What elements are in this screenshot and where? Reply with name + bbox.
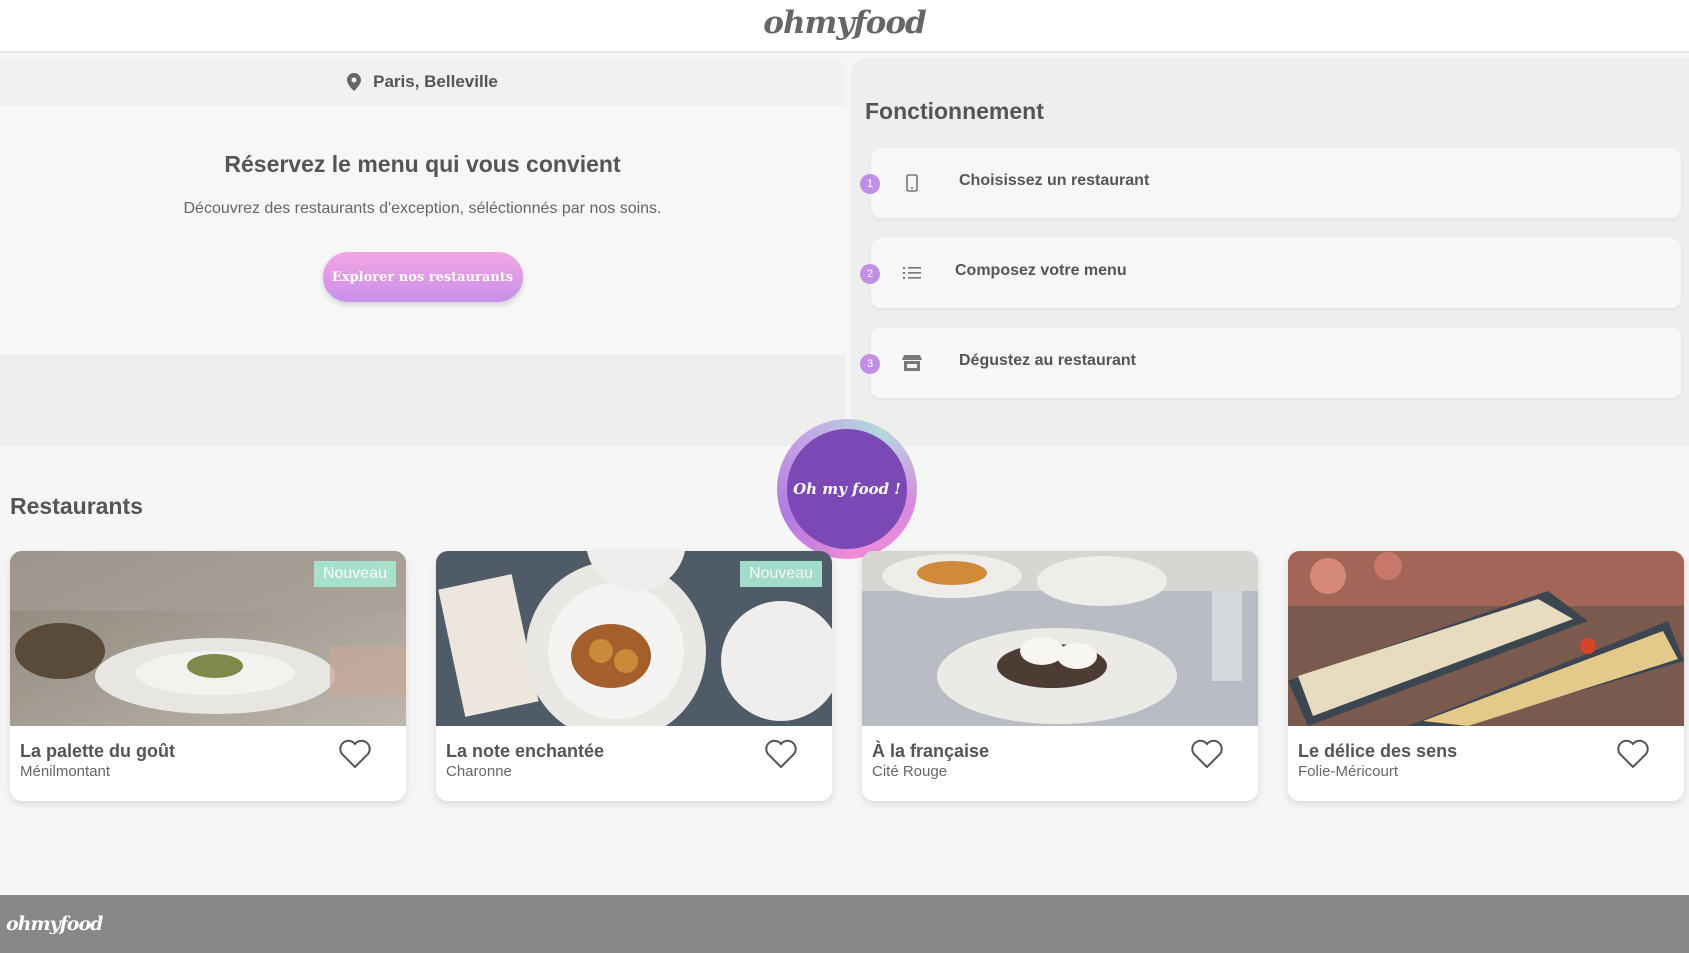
location-bar: Paris, Belleville: [0, 58, 845, 106]
restaurant-card[interactable]: Nouveau La palette du goût Ménilmontant: [10, 551, 406, 801]
step-number: 2: [860, 264, 880, 284]
step-card-3: 3 Dégustez au restaurant: [860, 328, 1681, 398]
new-badge: Nouveau: [313, 561, 396, 587]
restaurant-location: Folie-Méricourt: [1298, 763, 1399, 780]
restaurant-card[interactable]: Le délice des sens Folie-Méricourt: [1288, 551, 1684, 801]
ohmyfood-badge: Oh my food !: [777, 419, 917, 559]
store-icon: [901, 352, 923, 374]
list-icon: [901, 262, 923, 284]
restaurant-name: La note enchantée: [446, 741, 605, 761]
hero-content: Réservez le menu qui vous convient Décou…: [0, 106, 845, 354]
step-label: Dégustez au restaurant: [959, 352, 1136, 369]
explore-restaurants-button[interactable]: Explorer nos restaurants: [322, 252, 523, 302]
restaurant-card[interactable]: À la française Cité Rouge: [862, 551, 1258, 801]
heart-icon[interactable]: [764, 739, 798, 769]
map-pin-icon: [347, 73, 362, 91]
restaurant-name: À la française: [872, 741, 990, 761]
heart-icon[interactable]: [1190, 739, 1224, 769]
restaurant-photo: Nouveau: [436, 551, 832, 726]
restaurants-title: Restaurants: [10, 493, 143, 519]
heart-icon[interactable]: [338, 739, 372, 769]
restaurant-location: Ménilmontant: [20, 763, 111, 780]
new-badge: Nouveau: [739, 561, 822, 587]
restaurant-name: Le délice des sens: [1298, 741, 1458, 761]
site-header: ohmyfood: [0, 0, 1689, 53]
restaurant-location: Cité Rouge: [872, 763, 948, 780]
restaurant-name: La palette du goût: [20, 741, 175, 761]
location-label: Paris, Belleville: [373, 72, 498, 91]
restaurant-list: Nouveau La palette du goût Ménilmontant …: [10, 551, 1684, 801]
restaurant-photo: [1288, 551, 1684, 726]
site-logo[interactable]: ohmyfood: [763, 5, 926, 41]
site-footer: ohmyfood: [0, 895, 1689, 953]
hero-title: Réservez le menu qui vous convient: [224, 151, 621, 177]
step-card-2: 2 Composez votre menu: [860, 238, 1681, 308]
restaurant-photo: [862, 551, 1258, 726]
how-it-works-section: Fonctionnement 1 Choisissez un restauran…: [851, 58, 1689, 446]
badge-text: Oh my food !: [787, 429, 907, 549]
heart-icon[interactable]: [1616, 739, 1650, 769]
step-label: Choisissez un restaurant: [959, 172, 1150, 189]
step-number: 3: [860, 354, 880, 374]
restaurant-location: Charonne: [446, 763, 512, 780]
hero-subtitle: Découvrez des restaurants d'exception, s…: [183, 200, 662, 217]
hero-section: Paris, Belleville Réservez le menu qui v…: [0, 58, 845, 446]
smartphone-icon: [901, 172, 923, 194]
how-it-works-title: Fonctionnement: [865, 98, 1044, 124]
restaurant-photo: Nouveau: [10, 551, 406, 726]
step-label: Composez votre menu: [955, 262, 1127, 279]
step-number: 1: [860, 174, 880, 194]
restaurant-card[interactable]: Nouveau La note enchantée Charonne: [436, 551, 832, 801]
step-card-1: 1 Choisissez un restaurant: [860, 148, 1681, 218]
footer-logo[interactable]: ohmyfood: [6, 913, 103, 935]
